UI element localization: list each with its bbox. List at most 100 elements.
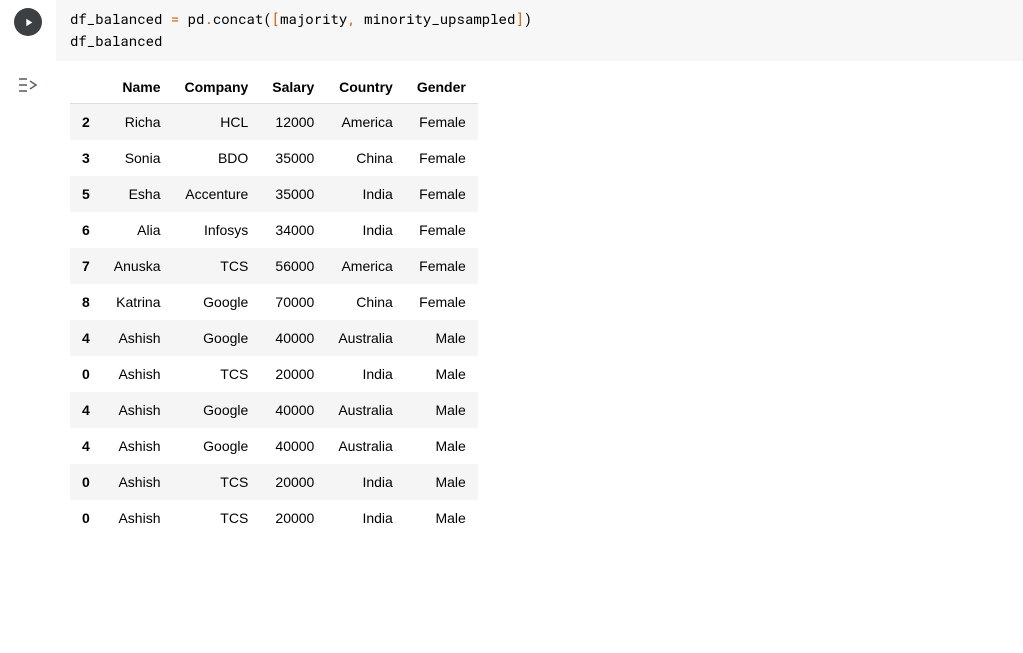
row-index: 3 [70,140,102,176]
table-cell: Male [405,464,478,500]
run-button[interactable] [14,8,42,36]
table-cell: India [326,500,404,536]
table-row: 0AshishTCS20000IndiaMale [70,500,478,536]
row-index: 7 [70,248,102,284]
table-row: 4AshishGoogle40000AustraliaMale [70,428,478,464]
table-cell: Male [405,356,478,392]
table-cell: Google [173,320,261,356]
output-area: NameCompanySalaryCountryGender 2RichaHCL… [56,61,1023,550]
table-row: 2RichaHCL12000AmericaFemale [70,104,478,141]
table-row: 7AnuskaTCS56000AmericaFemale [70,248,478,284]
table-cell: Australia [326,392,404,428]
table-cell: HCL [173,104,261,141]
table-row: 5EshaAccenture35000IndiaFemale [70,176,478,212]
table-cell: Anuska [102,248,173,284]
row-index: 5 [70,176,102,212]
table-cell: TCS [173,464,261,500]
table-cell: India [326,212,404,248]
output-cell: NameCompanySalaryCountryGender 2RichaHCL… [0,61,1023,550]
table-cell: Female [405,104,478,141]
column-header: Salary [260,71,326,104]
column-header: Country [326,71,404,104]
table-cell: Alia [102,212,173,248]
table-cell: 40000 [260,428,326,464]
cell-gutter [0,0,56,61]
row-index: 8 [70,284,102,320]
table-cell: Male [405,392,478,428]
table-cell: 56000 [260,248,326,284]
table-cell: BDO [173,140,261,176]
table-cell: Ashish [102,356,173,392]
table-cell: Male [405,320,478,356]
row-index: 4 [70,428,102,464]
table-cell: TCS [173,356,261,392]
table-cell: America [326,104,404,141]
row-index: 0 [70,464,102,500]
table-row: 6AliaInfosys34000IndiaFemale [70,212,478,248]
column-header: Company [173,71,261,104]
index-header [70,71,102,104]
table-cell: 70000 [260,284,326,320]
table-cell: 20000 [260,356,326,392]
header-row: NameCompanySalaryCountryGender [70,71,478,104]
table-cell: Female [405,140,478,176]
table-cell: India [326,356,404,392]
table-cell: 40000 [260,392,326,428]
table-row: 3SoniaBDO35000ChinaFemale [70,140,478,176]
table-cell: TCS [173,248,261,284]
table-cell: Male [405,428,478,464]
table-cell: 35000 [260,140,326,176]
table-cell: Female [405,212,478,248]
table-cell: Ashish [102,392,173,428]
table-cell: Ashish [102,428,173,464]
row-index: 4 [70,320,102,356]
table-cell: Google [173,428,261,464]
table-cell: Katrina [102,284,173,320]
toggle-output-icon[interactable] [16,73,56,100]
row-index: 2 [70,104,102,141]
dataframe-table: NameCompanySalaryCountryGender 2RichaHCL… [70,71,478,536]
table-row: 4AshishGoogle40000AustraliaMale [70,320,478,356]
code-line-2: df_balanced [70,30,1009,52]
table-cell: Ashish [102,464,173,500]
table-row: 0AshishTCS20000IndiaMale [70,356,478,392]
table-cell: 12000 [260,104,326,141]
code-editor[interactable]: df_balanced = pd.concat([majority, minor… [56,0,1023,61]
table-cell: India [326,176,404,212]
table-cell: TCS [173,500,261,536]
table-cell: Australia [326,428,404,464]
row-index: 0 [70,356,102,392]
table-cell: Ashish [102,320,173,356]
table-cell: Google [173,392,261,428]
table-body: 2RichaHCL12000AmericaFemale3SoniaBDO3500… [70,104,478,537]
row-index: 6 [70,212,102,248]
table-row: 4AshishGoogle40000AustraliaMale [70,392,478,428]
code-cell: df_balanced = pd.concat([majority, minor… [0,0,1023,61]
table-cell: Female [405,284,478,320]
table-row: 0AshishTCS20000IndiaMale [70,464,478,500]
table-cell: 35000 [260,176,326,212]
column-header: Name [102,71,173,104]
table-cell: Google [173,284,261,320]
code-line-1: df_balanced = pd.concat([majority, minor… [70,8,1009,30]
table-cell: Ashish [102,500,173,536]
table-cell: Richa [102,104,173,141]
table-cell: Female [405,248,478,284]
column-header: Gender [405,71,478,104]
table-cell: 34000 [260,212,326,248]
play-icon [22,16,35,29]
table-cell: Infosys [173,212,261,248]
table-cell: Accenture [173,176,261,212]
table-cell: China [326,140,404,176]
table-cell: Sonia [102,140,173,176]
table-cell: Male [405,500,478,536]
table-cell: America [326,248,404,284]
row-index: 0 [70,500,102,536]
row-index: 4 [70,392,102,428]
table-cell: India [326,464,404,500]
table-cell: 20000 [260,464,326,500]
table-cell: 40000 [260,320,326,356]
table-row: 8KatrinaGoogle70000ChinaFemale [70,284,478,320]
table-cell: 20000 [260,500,326,536]
table-cell: China [326,284,404,320]
